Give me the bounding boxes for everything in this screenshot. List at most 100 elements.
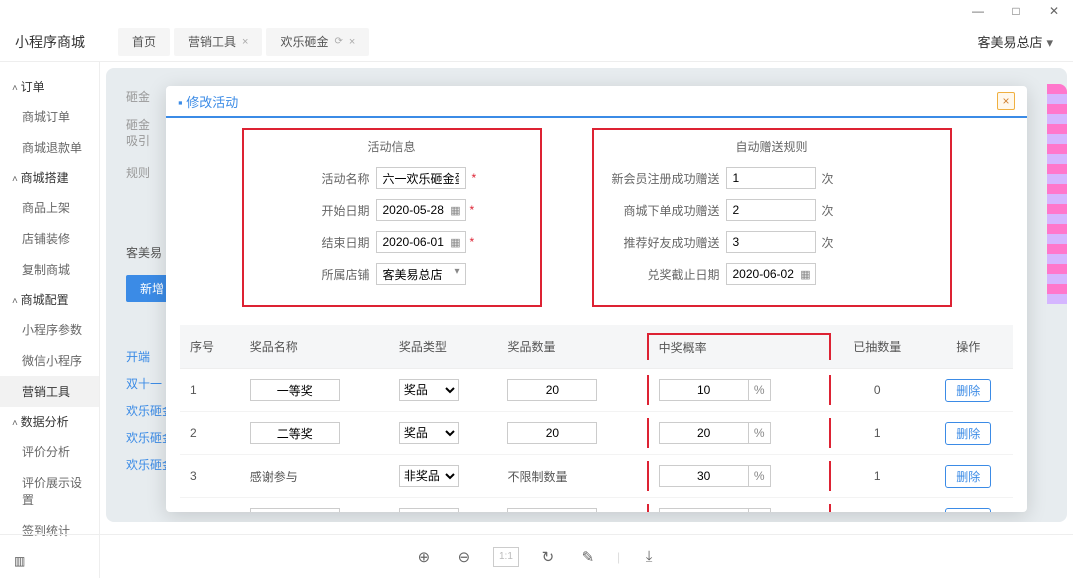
prob-input[interactable]: [659, 379, 749, 401]
download-icon[interactable]: ⤓: [638, 546, 660, 568]
window-maximize[interactable]: □: [997, 0, 1035, 22]
nav-item-marketing-tools[interactable]: 营销工具: [0, 376, 99, 407]
nav-item-wechat-mp[interactable]: 微信小程序: [0, 345, 99, 376]
main-area: 砸金 砸金 吸引 规则 客美易 新增 开端 双十一 欢乐砸金 欢乐砸金 欢乐砸金…: [106, 68, 1067, 522]
nav-item-review-display[interactable]: 评价展示设置: [0, 467, 99, 515]
prize-type-select[interactable]: 非奖品: [399, 465, 459, 487]
nav-group-order[interactable]: 订单: [0, 72, 99, 101]
cell-seq: 4: [180, 498, 240, 513]
zoom-out-icon[interactable]: ⊖: [453, 546, 475, 568]
start-date-label: 开始日期: [260, 202, 370, 219]
cell-type: 奖品: [389, 412, 498, 455]
prize-type-select[interactable]: 奖品: [399, 379, 459, 401]
percent-label: %: [749, 422, 771, 444]
edit-icon[interactable]: ✎: [577, 546, 599, 568]
row-op-button[interactable]: 删除: [945, 465, 991, 488]
nav-group-config[interactable]: 商城配置: [0, 285, 99, 314]
window-minimize[interactable]: —: [959, 0, 997, 22]
nav-item-copy-mall[interactable]: 复制商城: [0, 254, 99, 285]
prize-name-input[interactable]: [250, 379, 340, 401]
qty-input[interactable]: [507, 508, 597, 512]
cell-type: 非奖品: [389, 455, 498, 498]
nav-item-product-listing[interactable]: 商品上架: [0, 192, 99, 223]
close-icon[interactable]: ×: [349, 36, 355, 48]
window-close[interactable]: ✕: [1035, 0, 1073, 22]
cell-prob: %: [647, 369, 831, 412]
percent-label: %: [749, 379, 771, 401]
prize-name-input[interactable]: [250, 422, 340, 444]
brand-title: 小程序商城: [0, 32, 100, 52]
dialog-close-button[interactable]: ×: [997, 92, 1015, 110]
calendar-icon[interactable]: ▦: [448, 232, 464, 252]
col-qty: 奖品数量: [497, 325, 646, 369]
nav-item-mall-order[interactable]: 商城订单: [0, 101, 99, 132]
zoom-ratio-box[interactable]: 1:1: [493, 547, 519, 567]
bg-hint: 规则: [126, 164, 150, 181]
decor-stripes: [1047, 84, 1067, 304]
refresh-icon[interactable]: ↻: [537, 546, 559, 568]
nav-group-build[interactable]: 商城搭建: [0, 163, 99, 192]
zoom-in-icon[interactable]: ⊕: [413, 546, 435, 568]
block-title: 活动信息: [260, 138, 524, 155]
prob-input[interactable]: [659, 508, 749, 512]
prize-table: 序号 奖品名称 奖品类型 奖品数量 中奖概率 已抽数量 操作 1 奖品: [180, 325, 1013, 512]
order-gift-label: 商城下单成功赠送: [610, 202, 720, 219]
block-title: 自动赠送规则: [610, 138, 934, 155]
register-gift-input[interactable]: [726, 167, 816, 189]
sidebar: 订单 商城订单 商城退款单 商城搭建 商品上架 店铺装修 复制商城 商城配置 小…: [0, 62, 100, 578]
cell-prob: %: [647, 498, 831, 513]
nav-item-mall-refund[interactable]: 商城退款单: [0, 132, 99, 163]
row-op-button[interactable]: 删除: [945, 379, 991, 402]
nav-group-analytics[interactable]: 数据分析: [0, 407, 99, 436]
cell-name: [240, 369, 389, 412]
reload-icon[interactable]: ⟳: [334, 36, 342, 47]
col-prob: 中奖概率: [647, 325, 831, 369]
prize-type-select[interactable]: 奖品: [399, 422, 459, 444]
cell-qty: [497, 498, 646, 513]
shop-select[interactable]: [376, 263, 466, 285]
percent-label: %: [749, 508, 771, 512]
qty-input[interactable]: [507, 379, 597, 401]
tab-marketing[interactable]: 营销工具×: [174, 28, 262, 56]
qty-unlimited: 不限制数量: [507, 470, 567, 484]
register-gift-label: 新会员注册成功赠送: [610, 170, 720, 187]
dialog-body: 活动信息 活动名称 * 开始日期 ▦ * 结束日期: [166, 118, 1027, 512]
cell-op: 删除: [923, 369, 1013, 412]
cell-type: 奖品: [389, 498, 498, 513]
tab-home[interactable]: 首页: [118, 28, 170, 56]
required-mark: *: [472, 171, 477, 185]
prize-type-select[interactable]: 奖品: [399, 508, 459, 512]
refer-gift-label: 推荐好友成功赠送: [610, 234, 720, 251]
prob-input[interactable]: [659, 465, 749, 487]
prize-name-input[interactable]: [250, 508, 340, 512]
calendar-icon[interactable]: ▦: [798, 264, 814, 284]
percent-label: %: [749, 465, 771, 487]
shop-label: 所属店铺: [260, 266, 370, 283]
shop-dropdown[interactable]: 客美易总店: [977, 32, 1053, 51]
calendar-icon[interactable]: ▦: [448, 200, 464, 220]
cell-prob: %: [647, 455, 831, 498]
activity-name-input[interactable]: [376, 167, 466, 189]
tab-smash-gold[interactable]: 欢乐砸金⟳×: [266, 28, 369, 56]
cell-seq: 1: [180, 369, 240, 412]
activity-name-label: 活动名称: [260, 170, 370, 187]
nav-item-store-decor[interactable]: 店铺装修: [0, 223, 99, 254]
cell-name: [240, 498, 389, 513]
qty-input[interactable]: [507, 422, 597, 444]
row-op-button[interactable]: 删除: [945, 422, 991, 445]
nav-item-mp-params[interactable]: 小程序参数: [0, 314, 99, 345]
order-gift-input[interactable]: [726, 199, 816, 221]
bg-shop-label: 客美易: [126, 244, 162, 261]
table-row: 4 奖品 % 0 删除: [180, 498, 1013, 513]
close-icon[interactable]: ×: [242, 36, 248, 48]
cell-op: 删除: [923, 412, 1013, 455]
col-drawn: 已抽数量: [831, 325, 923, 369]
refer-gift-input[interactable]: [726, 231, 816, 253]
prob-input[interactable]: [659, 422, 749, 444]
cell-qty: [497, 412, 646, 455]
row-op-button[interactable]: 删除: [945, 508, 991, 513]
col-seq: 序号: [180, 325, 240, 369]
nav-item-review-analysis[interactable]: 评价分析: [0, 436, 99, 467]
unit-label: 次: [822, 202, 834, 219]
cell-seq: 3: [180, 455, 240, 498]
